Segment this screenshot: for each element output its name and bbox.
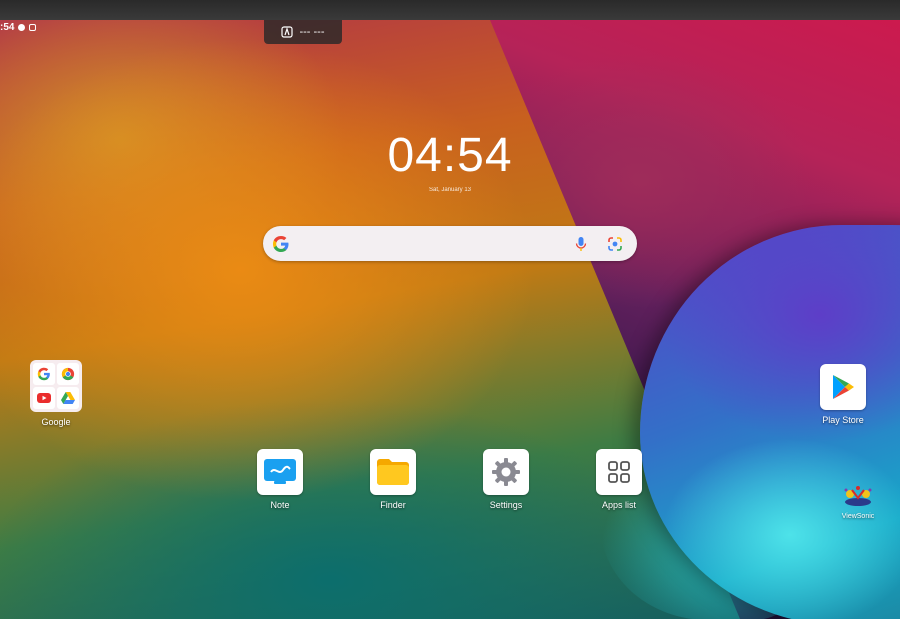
google-g-icon bbox=[273, 236, 289, 252]
folder-tile bbox=[30, 360, 82, 412]
viewsonic-label: ViewSonic bbox=[841, 513, 875, 520]
chrome-icon bbox=[57, 363, 79, 385]
play-store-label: Play Store bbox=[822, 415, 864, 425]
clock-date: Sat, January 13 bbox=[428, 187, 472, 193]
note-icon bbox=[264, 459, 296, 484]
settings-status-icon bbox=[18, 24, 26, 31]
settings-tile bbox=[483, 449, 529, 495]
google-folder-label: Google bbox=[41, 417, 71, 427]
finder-label: Finder bbox=[380, 500, 406, 510]
status-bar: :54 bbox=[0, 22, 37, 33]
pen-icon bbox=[281, 26, 294, 38]
settings-app[interactable]: Settings bbox=[466, 449, 546, 510]
youtube-icon bbox=[33, 387, 55, 409]
apps-list-app[interactable]: Apps list bbox=[579, 449, 659, 510]
note-app[interactable]: Note bbox=[240, 449, 320, 510]
gear-icon bbox=[492, 458, 520, 486]
finder-app[interactable]: Finder bbox=[353, 449, 433, 510]
device-top-bezel bbox=[0, 0, 900, 20]
top-pill[interactable]: --- --- bbox=[264, 20, 342, 44]
play-store-icon bbox=[833, 375, 854, 399]
settings-label: Settings bbox=[489, 500, 523, 510]
note-tile bbox=[257, 449, 303, 495]
grid-icon bbox=[608, 461, 630, 483]
google-lens-icon[interactable] bbox=[607, 236, 623, 252]
top-pill-text: --- --- bbox=[299, 26, 325, 38]
apps-list-label: Apps list bbox=[601, 500, 636, 510]
play-store-app[interactable]: Play Store bbox=[803, 364, 883, 425]
wallpaper bbox=[0, 20, 900, 619]
microphone-icon[interactable] bbox=[575, 236, 587, 252]
google-search-bar[interactable] bbox=[263, 226, 637, 261]
play-store-tile bbox=[820, 364, 866, 410]
finder-tile bbox=[370, 449, 416, 495]
viewsonic-app[interactable]: ViewSonic bbox=[818, 484, 898, 520]
google-folder[interactable]: Google bbox=[16, 360, 96, 427]
viewsonic-logo-icon bbox=[844, 486, 872, 506]
note-label: Note bbox=[270, 500, 290, 510]
apps-list-tile bbox=[596, 449, 642, 495]
status-time: :54 bbox=[0, 22, 15, 33]
drive-icon bbox=[57, 387, 79, 409]
folder-icon bbox=[377, 459, 409, 485]
notification-status-icon bbox=[29, 24, 37, 31]
clock-time: 04:54 bbox=[387, 129, 513, 182]
google-icon bbox=[33, 363, 55, 385]
